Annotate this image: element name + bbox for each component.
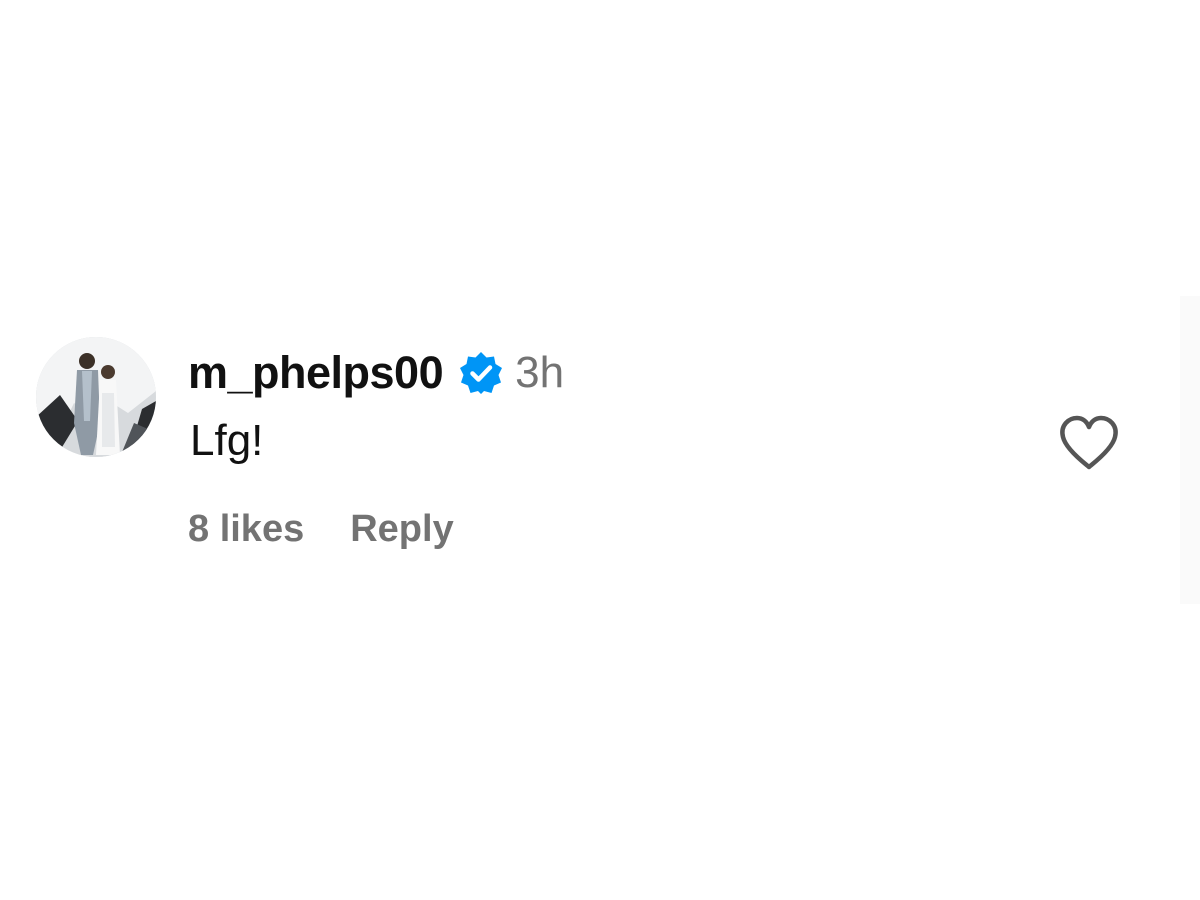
comment-text: Lfg! (190, 416, 264, 465)
username-link[interactable]: m_phelps00 (188, 347, 444, 399)
comment-page: m_phelps00 3h Lfg! 8 likes Reply (0, 0, 1200, 900)
verified-badge-icon (457, 349, 505, 397)
scroll-edge (1180, 296, 1200, 604)
avatar[interactable] (36, 337, 156, 457)
comment-item: m_phelps00 3h Lfg! 8 likes Reply (0, 0, 1180, 900)
timestamp: 3h (515, 348, 565, 397)
avatar-photo (36, 337, 156, 457)
heart-outline-icon[interactable] (1058, 414, 1120, 472)
comment-actions: 8 likes Reply (188, 508, 454, 551)
comment-header: m_phelps00 3h (188, 345, 564, 401)
reply-button[interactable]: Reply (350, 508, 453, 551)
likes-count[interactable]: 8 likes (188, 508, 304, 551)
